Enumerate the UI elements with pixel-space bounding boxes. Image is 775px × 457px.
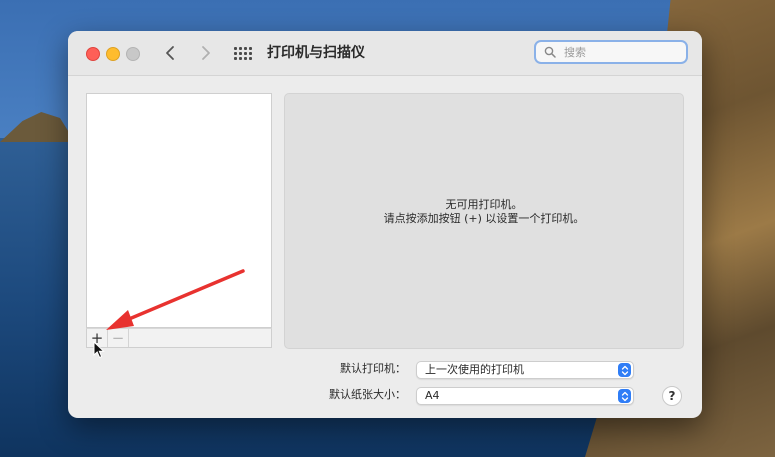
printer-detail-panel: 无可用打印机。 请点按添加按钮 (+) 以设置一个打印机。 xyxy=(284,93,684,349)
grid-icon xyxy=(249,46,252,50)
preferences-window: 打印机与扫描仪 + − 无可用打印机。 请点按添加按钮 (+) 以设置一个打印机… xyxy=(68,31,702,418)
default-paper-size-select[interactable]: A4 xyxy=(416,387,634,405)
no-printer-message: 无可用打印机。 xyxy=(445,197,523,211)
grid-icon xyxy=(244,46,247,50)
close-window-button[interactable] xyxy=(86,47,100,61)
cursor-icon xyxy=(93,341,105,359)
printer-list-toolbar: + − xyxy=(86,328,272,348)
grid-icon xyxy=(249,51,252,55)
back-button[interactable] xyxy=(158,41,182,65)
default-paper-size-value: A4 xyxy=(425,389,440,402)
window-title: 打印机与扫描仪 xyxy=(267,45,365,61)
help-button[interactable]: ? xyxy=(662,386,682,406)
minimize-window-button[interactable] xyxy=(106,47,120,61)
stepper-icon xyxy=(618,389,631,403)
default-paper-size-label: 默认纸张大小： xyxy=(329,388,406,401)
grid-icon xyxy=(239,46,242,50)
add-printer-hint: 请点按添加按钮 (+) 以设置一个打印机。 xyxy=(383,211,585,225)
search-field[interactable] xyxy=(534,40,688,64)
default-printer-label: 默认打印机： xyxy=(340,362,406,375)
title-bar: 打印机与扫描仪 xyxy=(68,31,702,76)
default-printer-select[interactable]: 上一次使用的打印机 xyxy=(416,361,634,379)
default-printer-value: 上一次使用的打印机 xyxy=(425,363,524,376)
forward-button[interactable] xyxy=(194,41,218,65)
grid-icon xyxy=(244,56,247,60)
grid-icon xyxy=(239,56,242,60)
printer-list[interactable] xyxy=(86,93,272,328)
grid-icon xyxy=(244,51,247,55)
chevron-right-icon xyxy=(202,46,210,60)
grid-icon xyxy=(234,56,237,60)
chevron-left-icon xyxy=(166,46,174,60)
zoom-window-button[interactable] xyxy=(126,47,140,61)
grid-icon xyxy=(239,51,242,55)
search-input[interactable] xyxy=(562,44,676,60)
search-icon xyxy=(542,44,558,60)
desktop-background-hill xyxy=(0,112,75,142)
grid-icon xyxy=(234,46,237,50)
grid-icon xyxy=(249,56,252,60)
grid-icon xyxy=(234,51,237,55)
show-all-grid-button[interactable] xyxy=(232,44,254,62)
remove-printer-button[interactable]: − xyxy=(108,329,129,347)
stepper-icon xyxy=(618,363,631,377)
